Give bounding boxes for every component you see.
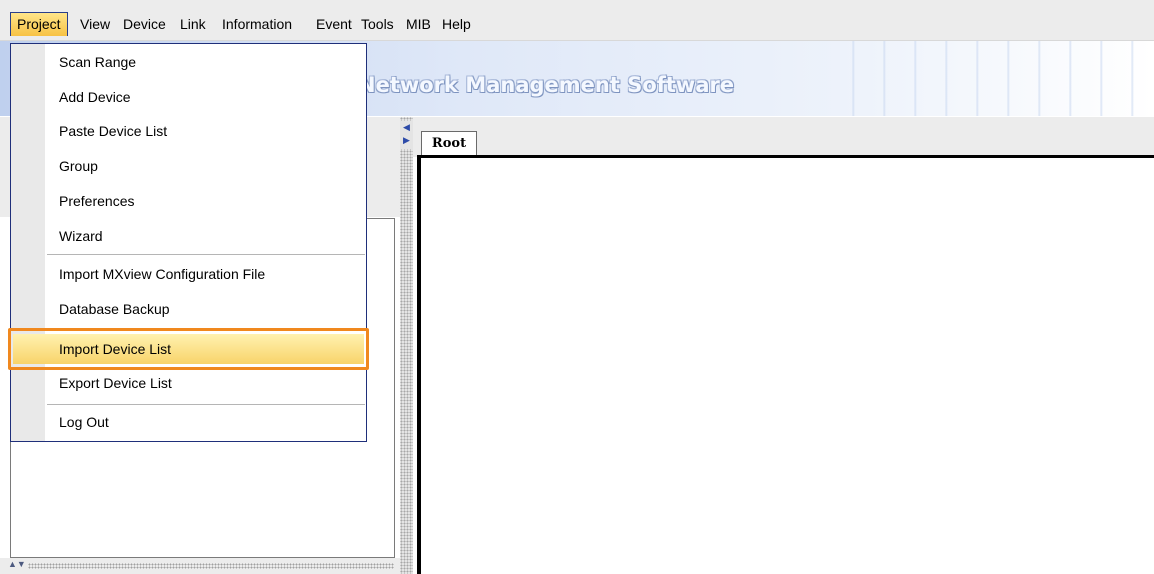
menu-item-paste-device-list[interactable]: Paste Device List xyxy=(45,116,366,146)
menu-project[interactable]: Project xyxy=(10,12,68,36)
menu-information[interactable]: Information xyxy=(216,12,298,36)
menu-link[interactable]: Link xyxy=(174,12,212,36)
menu-tools[interactable]: Tools xyxy=(355,12,400,36)
vertical-splitter[interactable]: ◀ ▶ xyxy=(400,117,413,574)
menu-item-add-device[interactable]: Add Device xyxy=(45,82,366,112)
banner-decoration xyxy=(824,41,1154,116)
splitter-arrows-icon[interactable]: ◀ ▶ xyxy=(400,121,413,149)
menu-separator xyxy=(47,254,365,255)
project-menu-dropdown: Scan Range Add Device Paste Device List … xyxy=(10,43,367,442)
topology-header xyxy=(413,117,1154,157)
highlight-annotation xyxy=(8,328,369,370)
menu-item-preferences[interactable]: Preferences xyxy=(45,186,366,216)
menu-item-wizard[interactable]: Wizard xyxy=(45,221,366,251)
menu-item-group[interactable]: Group xyxy=(45,151,366,181)
menu-event[interactable]: Event xyxy=(310,12,358,36)
menu-item-log-out[interactable]: Log Out xyxy=(45,407,366,437)
menu-view[interactable]: View xyxy=(74,12,116,36)
menu-item-database-backup[interactable]: Database Backup xyxy=(45,294,366,324)
topology-canvas[interactable] xyxy=(417,155,1154,574)
menu-help[interactable]: Help xyxy=(436,12,477,36)
menu-item-import-mxview-config[interactable]: Import MXview Configuration File xyxy=(45,259,366,289)
banner-title: Network Management Software xyxy=(358,73,735,97)
menu-icon-gutter xyxy=(11,44,45,441)
menu-item-scan-range[interactable]: Scan Range xyxy=(45,47,366,77)
menu-device[interactable]: Device xyxy=(117,12,172,36)
collapse-arrows-icon[interactable]: ▲▼ xyxy=(8,558,26,570)
horizontal-splitter[interactable] xyxy=(28,563,394,569)
tab-root[interactable]: Root xyxy=(421,131,477,157)
menu-item-export-device-list[interactable]: Export Device List xyxy=(45,368,366,398)
menu-bar: Project View Device Link Information Eve… xyxy=(0,0,1154,41)
menu-mib[interactable]: MIB xyxy=(400,12,437,36)
menu-separator xyxy=(47,404,365,405)
